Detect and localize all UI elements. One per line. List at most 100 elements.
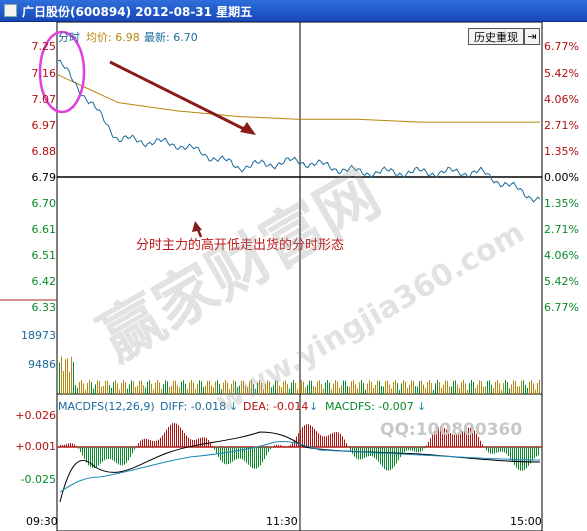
- macd-bar: [482, 444, 483, 447]
- volume-bar: [315, 386, 316, 394]
- macd-bar: [306, 424, 307, 447]
- macd-bar: [182, 430, 183, 447]
- macd-bar: [524, 447, 525, 470]
- macd-bar: [410, 447, 411, 451]
- volume-bar: [335, 380, 336, 394]
- volume-bar: [127, 388, 128, 394]
- macd-bar: [526, 447, 527, 469]
- macd-bar: [112, 447, 113, 461]
- macd-bar: [498, 447, 499, 453]
- macd-bar: [414, 447, 415, 452]
- macd-bar: [90, 447, 91, 468]
- macd-bar: [206, 438, 207, 447]
- price-axis-label: 6.61: [31, 223, 57, 236]
- macd-bar: [314, 428, 315, 447]
- macd-bar: [334, 432, 335, 447]
- volume-bar: [375, 385, 376, 394]
- macd-bar: [494, 447, 495, 454]
- macd-bar: [138, 443, 139, 447]
- volume-bar: [121, 382, 122, 394]
- macd-bar: [516, 447, 517, 468]
- macd-bar: [240, 447, 241, 459]
- macd-bar: [336, 431, 337, 447]
- macd-bar: [350, 447, 351, 451]
- volume-bar: [131, 380, 132, 394]
- volume-bar: [417, 386, 418, 394]
- volume-bar: [151, 383, 152, 394]
- macd-bar: [480, 440, 481, 447]
- macd-bar: [490, 447, 491, 454]
- macd-bar: [74, 444, 75, 447]
- volume-bar: [87, 383, 88, 394]
- macd-bar: [486, 447, 487, 451]
- macd-bar: [404, 447, 405, 453]
- percent-axis-label: 6.77%: [544, 40, 579, 53]
- price-axis-label: 6.42: [31, 275, 57, 288]
- macd-bar: [100, 447, 101, 464]
- volume-bar: [469, 383, 470, 394]
- macd-bar: [352, 447, 353, 455]
- macd-bar: [166, 429, 167, 447]
- volume-bar: [529, 381, 530, 394]
- volume-bar: [367, 383, 368, 394]
- volume-bar: [331, 389, 332, 394]
- macd-bar: [226, 447, 227, 465]
- macd-bar: [150, 440, 151, 447]
- volume-bar: [167, 381, 168, 394]
- volume-bar: [351, 381, 352, 394]
- price-axis-label: 6.33: [31, 301, 57, 314]
- volume-bar: [379, 380, 380, 394]
- volume-bar: [311, 380, 312, 394]
- macd-bar: [238, 447, 239, 459]
- price-axis-label: 6.88: [31, 145, 57, 158]
- arrow-right-bar-icon[interactable]: ⇥: [524, 28, 540, 45]
- volume-bar: [333, 383, 334, 394]
- macd-bar: [156, 440, 157, 447]
- price-axis-label: 6.70: [31, 197, 57, 210]
- macd-bar: [188, 437, 189, 447]
- volume-bar: [69, 371, 70, 394]
- macd-bar: [508, 447, 509, 457]
- macd-bar: [520, 447, 521, 471]
- macd-bar: [536, 447, 537, 457]
- macd-bar: [424, 447, 425, 449]
- macd-bar: [484, 447, 485, 448]
- macd-bar: [264, 447, 265, 460]
- volume-bar: [425, 388, 426, 394]
- macd-bar: [534, 447, 535, 459]
- macd-bar: [76, 446, 77, 447]
- volume-bar: [521, 380, 522, 394]
- macd-bar: [268, 447, 269, 453]
- macd-bar: [248, 447, 249, 465]
- macd-bar: [394, 447, 395, 467]
- macd-bar: [504, 447, 505, 453]
- volume-bar: [525, 384, 526, 394]
- macd-bar: [428, 441, 429, 447]
- time-label-close: 15:00: [510, 515, 542, 528]
- history-replay-button[interactable]: 历史重现: [468, 28, 524, 45]
- macd-bar: [132, 447, 133, 454]
- volume-bar: [499, 383, 500, 394]
- volume-bar: [161, 388, 162, 394]
- volume-bar: [391, 388, 392, 394]
- volume-bar: [493, 388, 494, 394]
- volume-bar: [345, 380, 346, 394]
- macd-bar: [400, 447, 401, 458]
- macd-bar: [416, 447, 417, 453]
- volume-bar: [497, 380, 498, 394]
- volume-bar: [347, 385, 348, 394]
- percent-axis-label: 2.71%: [544, 119, 579, 132]
- volume-bar: [93, 388, 94, 394]
- macd-bar: [184, 432, 185, 447]
- volume-bar: [133, 381, 134, 394]
- macd-bar: [502, 447, 503, 452]
- volume-bar: [431, 383, 432, 394]
- volume-bar: [439, 381, 440, 394]
- macd-bar: [80, 447, 81, 453]
- volume-bar: [399, 389, 400, 394]
- macd-bar: [514, 447, 515, 465]
- macd-bar: [222, 447, 223, 463]
- volume-bar: [83, 383, 84, 394]
- macd-bar: [114, 447, 115, 462]
- macd-bar: [122, 447, 123, 466]
